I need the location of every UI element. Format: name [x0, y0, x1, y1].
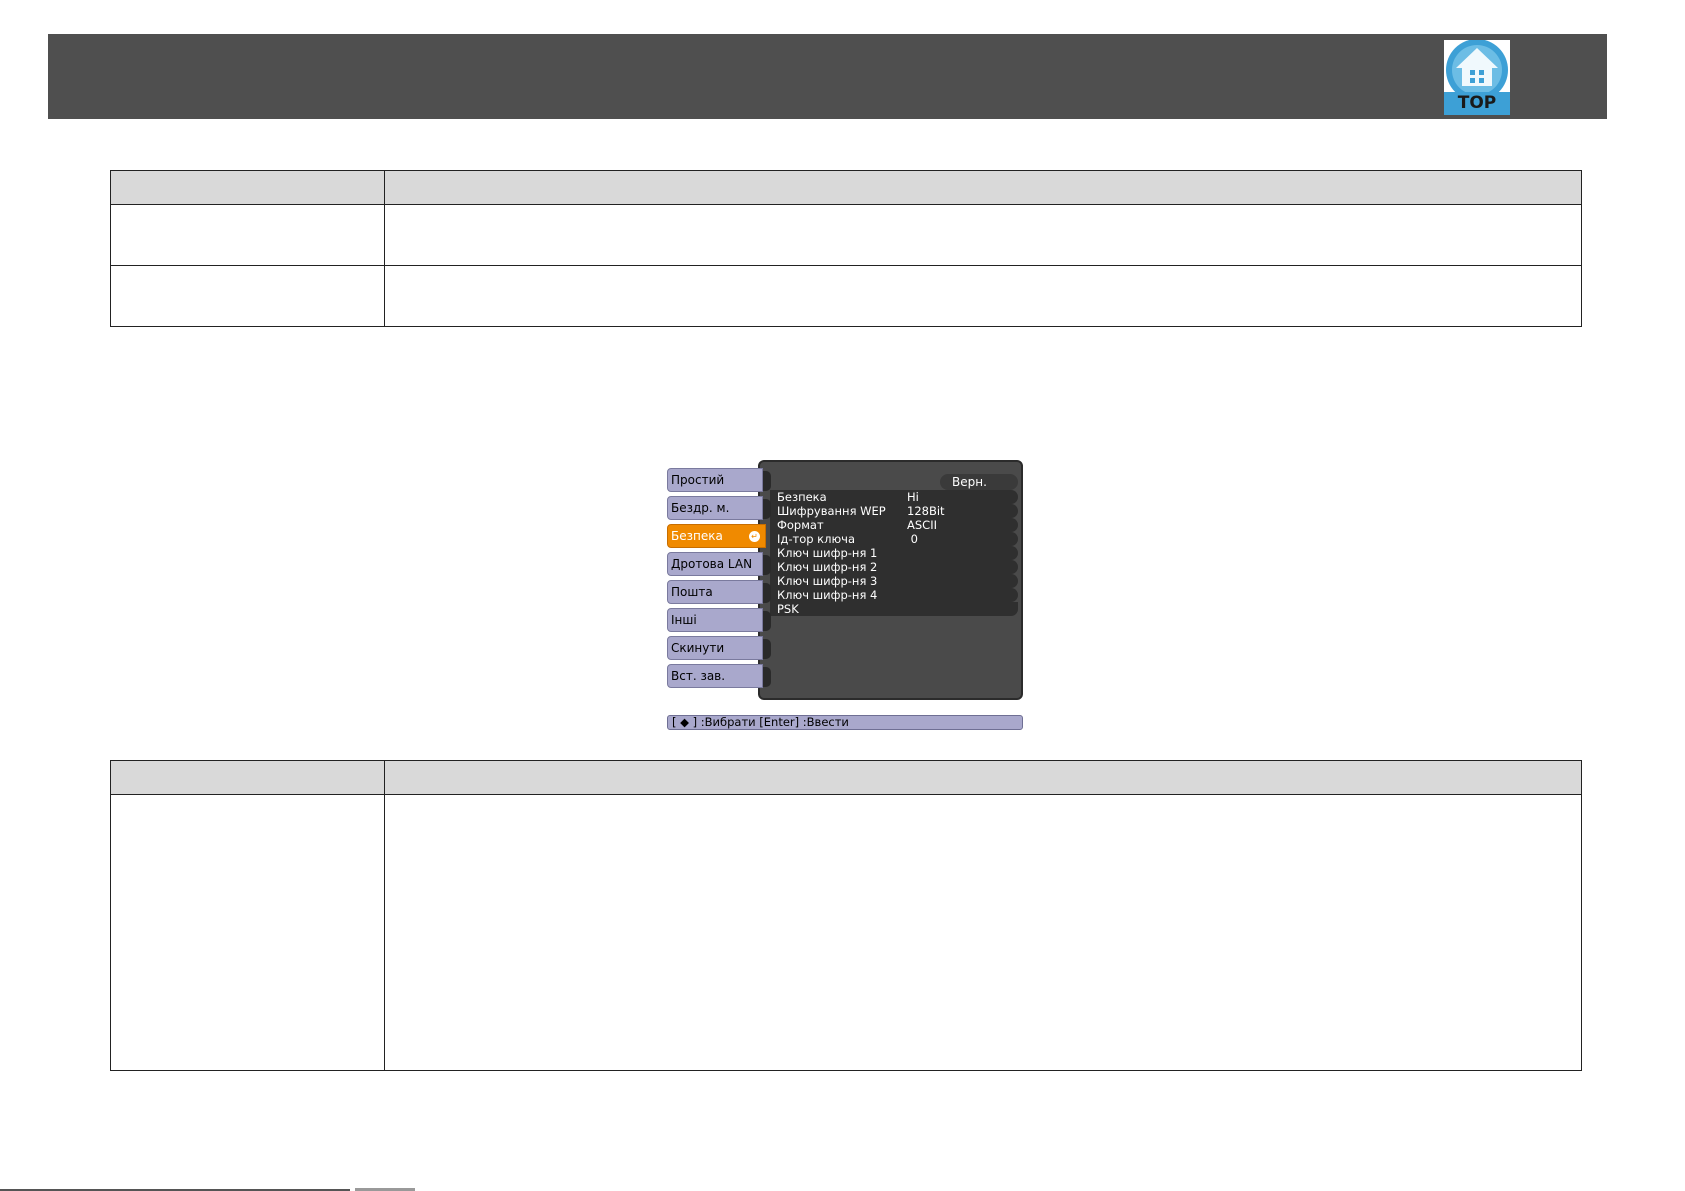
tab-mail[interactable]: Пошта	[667, 580, 771, 604]
table-row	[111, 265, 1581, 326]
setting-row[interactable]: Шифрування WEP 128Bit	[770, 504, 1018, 518]
table-header-cell	[111, 761, 385, 794]
settings-list: Безпека Hi Шифрування WEP 128Bit Формат ASC…	[770, 490, 1018, 616]
table-header-cell	[385, 171, 1581, 204]
setting-row[interactable]: Ключ шифр-ня 1	[770, 546, 1018, 560]
top-label: TOP	[1457, 93, 1497, 113]
setting-row[interactable]: Безпека Hi	[770, 490, 1018, 504]
setting-row[interactable]: Ід-тор ключа 0	[770, 532, 1018, 546]
table-header-cell	[385, 761, 1581, 794]
return-button[interactable]: Верн.	[940, 474, 1018, 490]
header-band	[48, 34, 1607, 119]
setting-row[interactable]: Ключ шифр-ня 2	[770, 560, 1018, 574]
table-header-row	[111, 171, 1581, 204]
table-row	[111, 204, 1581, 265]
setting-row[interactable]: PSK	[770, 602, 1018, 616]
table-cell	[385, 795, 1581, 1070]
setting-row[interactable]: Формат ASCII	[770, 518, 1018, 532]
table-header-cell	[111, 171, 385, 204]
tab-basic[interactable]: Простий	[667, 468, 771, 492]
table-cell	[111, 795, 385, 1070]
tab-security[interactable]: Безпека ↵	[667, 524, 766, 548]
table-cell	[385, 205, 1581, 265]
table-cell	[385, 266, 1581, 326]
manual-page: TOP Верн. Безпека Hi Шифрування WEP 128Bit…	[0, 0, 1685, 1191]
setting-row[interactable]: Ключ шифр-ня 4	[770, 588, 1018, 602]
projector-menu-screenshot: Верн. Безпека Hi Шифрування WEP 128Bit Фор…	[665, 460, 1023, 730]
enter-icon: ↵	[749, 531, 760, 542]
tab-setup-complete[interactable]: Вст. зав.	[667, 664, 771, 688]
tab-others[interactable]: Інші	[667, 608, 771, 632]
table-header-row	[111, 761, 1581, 794]
table-cell	[111, 205, 385, 265]
setting-row[interactable]: Ключ шифр-ня 3	[770, 574, 1018, 588]
tab-wireless[interactable]: Бездр. м.	[667, 496, 771, 520]
settings-panel: Верн. Безпека Hi Шифрування WEP 128Bit Фор…	[758, 460, 1023, 700]
tab-wired-lan[interactable]: Дротова LAN	[667, 552, 771, 576]
settings-table-2	[110, 760, 1582, 1071]
top-button[interactable]: TOP	[1444, 40, 1510, 115]
tab-reset[interactable]: Скинути	[667, 636, 771, 660]
table-cell	[111, 266, 385, 326]
tab-security-label: Безпека	[671, 529, 723, 543]
table-row	[111, 794, 1581, 1070]
key-hint-bar: [ ◆ ] :Вибрати [Enter] :Ввести	[667, 715, 1023, 730]
settings-table-1	[110, 170, 1582, 327]
